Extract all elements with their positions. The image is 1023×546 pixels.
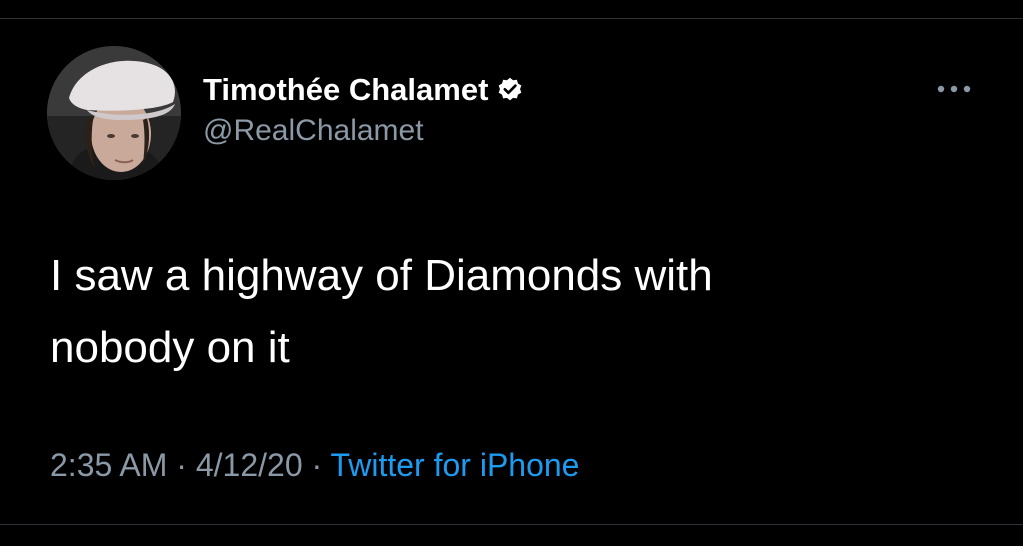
more-horizontal-icon[interactable] — [936, 82, 972, 96]
meta-separator: · — [311, 447, 323, 483]
tweet-time[interactable]: 2:35 AM — [50, 447, 167, 483]
verified-badge-icon — [496, 76, 524, 104]
top-divider — [0, 18, 1023, 19]
avatar[interactable] — [47, 46, 181, 180]
tweet-text: I saw a highway of Diamonds with nobody … — [50, 251, 713, 372]
avatar-photo — [47, 46, 181, 180]
author-display-name[interactable]: Timothée Chalamet — [203, 72, 488, 108]
tweet-source-link[interactable]: Twitter for iPhone — [330, 447, 579, 483]
author-name-row: Timothée Chalamet — [203, 70, 524, 110]
meta-separator: · — [176, 447, 187, 483]
tweet-meta: 2:35 AM · 4/12/20 · Twitter for iPhone — [50, 447, 579, 484]
author-handle[interactable]: @RealChalamet — [203, 114, 524, 148]
tweet-author[interactable]: Timothée Chalamet @RealChalamet — [203, 70, 524, 148]
bottom-divider — [0, 524, 1023, 525]
tweet-date[interactable]: 4/12/20 — [196, 447, 303, 483]
